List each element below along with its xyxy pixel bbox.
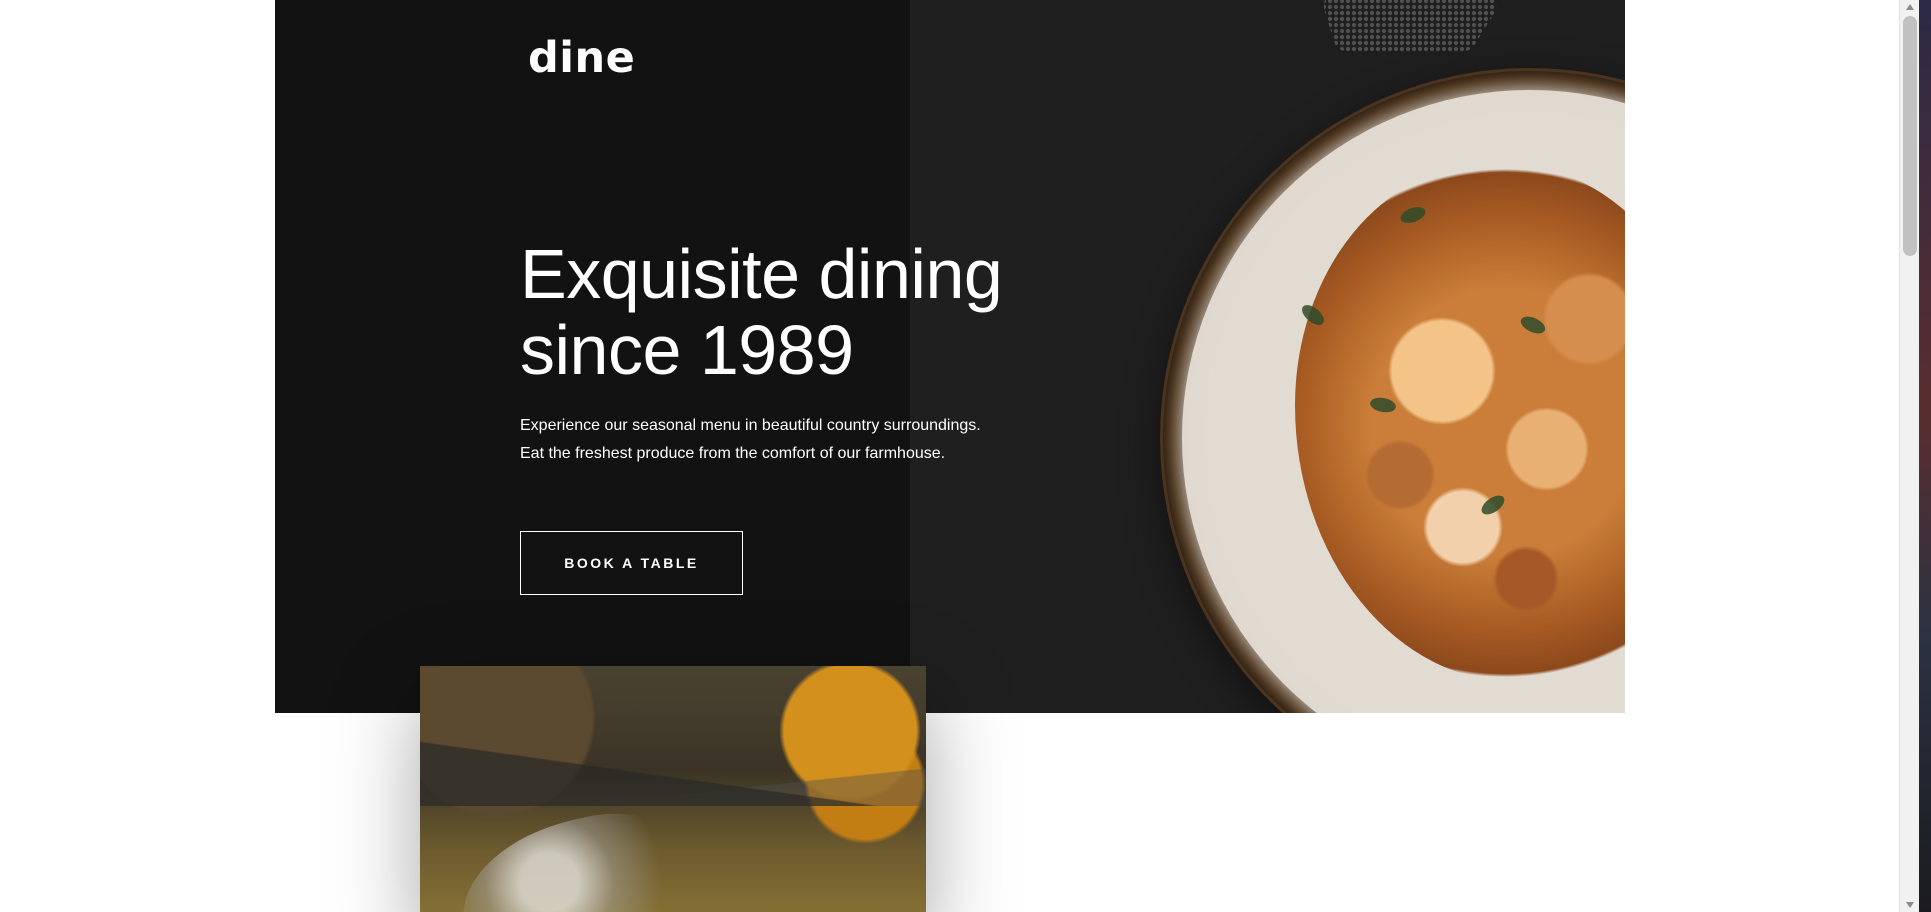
- hero-section: dine Exquisite dining since 1989 Experie…: [275, 0, 1625, 713]
- scroll-up-icon[interactable]: [1906, 4, 1914, 10]
- scrollbar-thumb[interactable]: [1903, 16, 1917, 256]
- honeycomb-pattern: [1323, 0, 1497, 52]
- landscape-image-card: [420, 666, 926, 912]
- vertical-scrollbar[interactable]: [1899, 0, 1919, 912]
- hero-subtext: Experience our seasonal menu in beautifu…: [520, 417, 981, 462]
- hero-headline: Exquisite dining since 1989: [520, 235, 1003, 389]
- logo[interactable]: dine: [528, 33, 635, 83]
- book-table-button[interactable]: BOOK A TABLE: [520, 531, 743, 595]
- hero-plate-image: [1160, 68, 1625, 713]
- pasta-dish: [1295, 163, 1625, 683]
- page: dine Exquisite dining since 1989 Experie…: [0, 0, 1931, 912]
- desktop-background-edge: [1919, 0, 1931, 912]
- scroll-down-icon[interactable]: [1906, 902, 1914, 908]
